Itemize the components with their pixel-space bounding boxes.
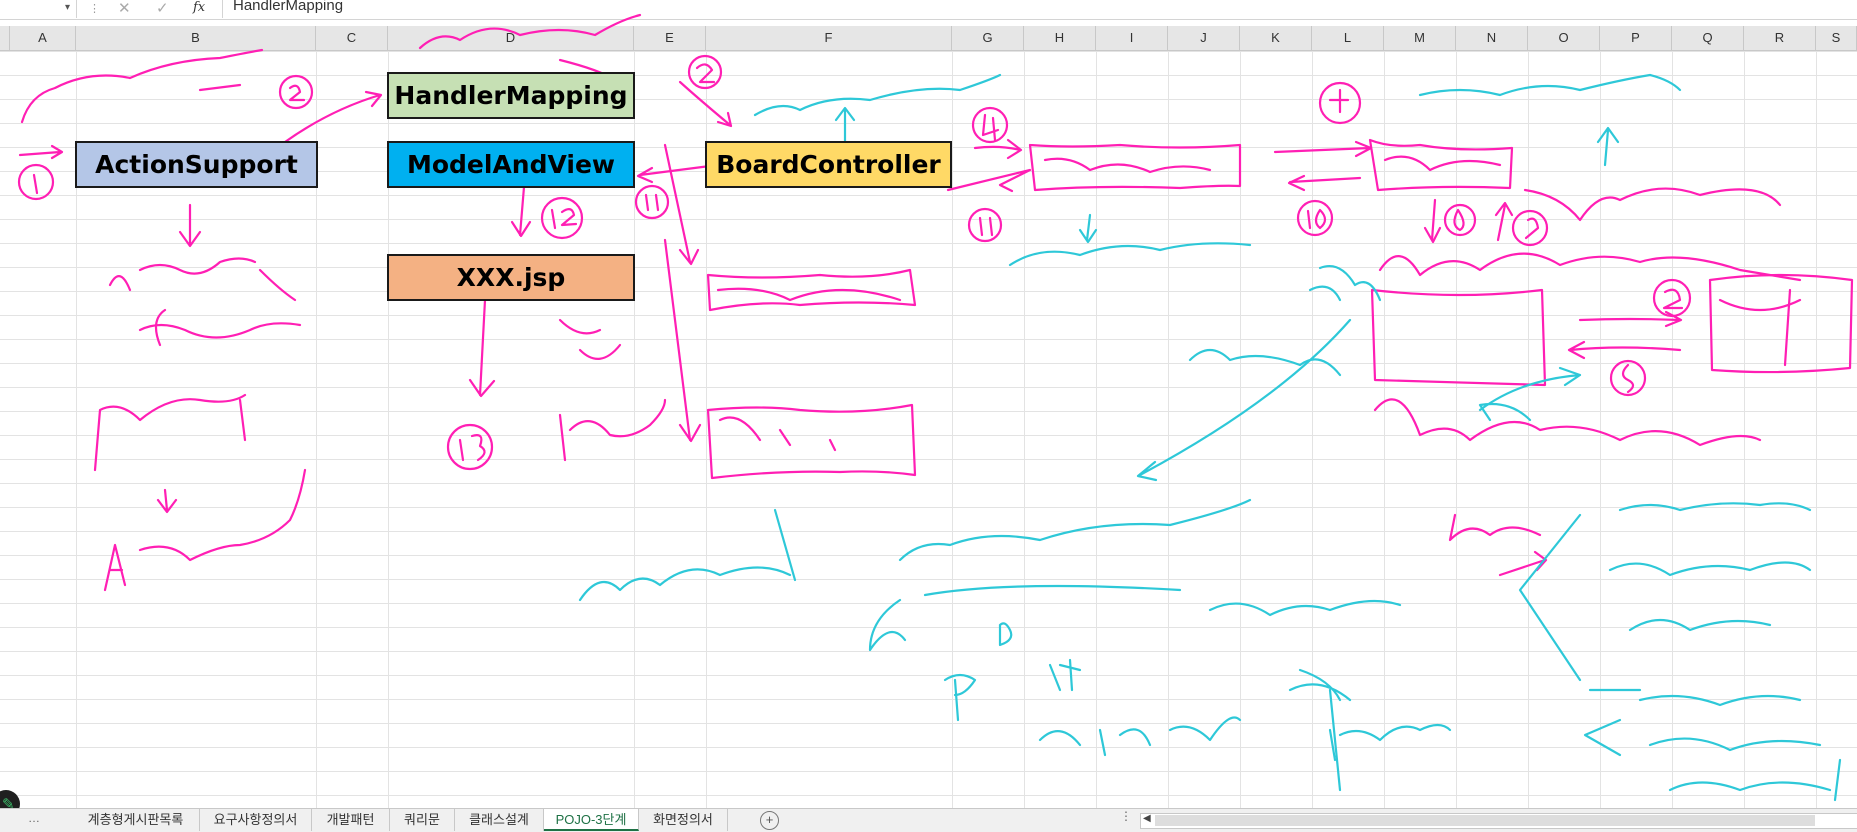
tab-sheet-7[interactable]: 화면정의서 [639, 809, 728, 831]
tab-sheet-5[interactable]: 클래스설계 [455, 809, 544, 831]
tab-sheet-3[interactable]: 개발패턴 [312, 809, 390, 831]
horizontal-scrollbar[interactable]: ◀ [1140, 813, 1857, 829]
scroll-left-icon[interactable]: ◀ [1143, 813, 1151, 824]
tab-sheet-6-active[interactable]: POJO-3단계 [544, 809, 639, 831]
tab-scroll-ellipsis[interactable]: … [28, 811, 40, 825]
scrollbar-thumb[interactable] [1155, 815, 1815, 826]
tab-sheet-1[interactable]: 계층형게시판목록 [72, 809, 200, 831]
sheet-tab-bar: … 계층형게시판목록 요구사항정의서 개발패턴 쿼리문 클래스설계 POJO-3… [0, 808, 1857, 832]
add-sheet-icon[interactable]: + [760, 811, 779, 830]
tab-splitter[interactable]: ⋮ [1120, 809, 1132, 823]
handler-mapping-cell[interactable]: HandlerMapping [387, 72, 635, 119]
board-controller-cell[interactable]: BoardController [705, 141, 952, 188]
xxx-jsp-cell[interactable]: XXX.jsp [387, 254, 635, 301]
ink-annotations [17, 13, 1854, 802]
tab-sheet-2[interactable]: 요구사항정의서 [200, 809, 312, 831]
action-support-cell[interactable]: ActionSupport [75, 141, 318, 188]
tab-sheet-4[interactable]: 쿼리문 [390, 809, 455, 831]
model-and-view-cell[interactable]: ModelAndView [387, 141, 635, 188]
